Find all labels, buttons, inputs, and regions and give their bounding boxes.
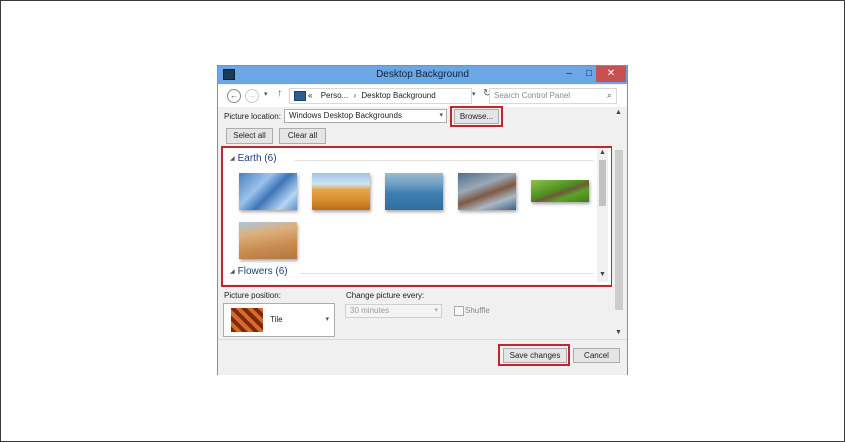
breadcrumb-overflow[interactable]: « [308, 91, 312, 100]
computer-icon [294, 91, 306, 101]
up-arrow-icon[interactable]: ↑ [277, 88, 282, 99]
chevron-down-icon: ▾ [325, 316, 329, 323]
address-dropdown-chevron-icon[interactable]: ▾ [472, 90, 476, 98]
change-picture-interval-value: 30 minutes [350, 306, 390, 315]
scroll-down-icon[interactable]: ▼ [615, 329, 622, 336]
wallpaper-thumbnail[interactable] [385, 173, 443, 210]
search-input[interactable]: Search Control Panel ⌕ [489, 88, 617, 104]
collapse-triangle-icon: ◢ [230, 156, 235, 162]
breadcrumb-separator-icon: › [353, 91, 357, 100]
group-label: Earth (6) [237, 153, 277, 164]
save-changes-button[interactable]: Save changes [503, 348, 567, 363]
title-bar[interactable]: Desktop Background – □ ✕ [218, 66, 627, 84]
recent-locations-chevron-icon[interactable]: ▾ [264, 90, 268, 98]
browse-button[interactable]: Browse... [454, 109, 499, 124]
picture-position-label: Picture position: [224, 291, 281, 300]
group-label: Flowers (6) [237, 266, 288, 277]
wallpaper-thumbnail[interactable] [458, 173, 516, 210]
desktop-background-window: Desktop Background – □ ✕ ← → ▾ ↑ « Perso… [217, 65, 628, 375]
picture-position-value: Tile [270, 315, 283, 324]
cancel-button[interactable]: Cancel [573, 348, 620, 363]
search-icon[interactable]: ⌕ [607, 90, 612, 101]
change-picture-interval-select[interactable]: 30 minutes ▾ [345, 304, 442, 318]
group-divider [300, 273, 594, 274]
back-arrow-icon[interactable]: ← [227, 89, 241, 103]
picture-location-value: Windows Desktop Backgrounds [289, 111, 402, 120]
scrollbar-thumb[interactable] [615, 150, 623, 310]
breadcrumb-personalization[interactable]: Perso... [321, 91, 349, 100]
forward-arrow-icon[interactable]: → [245, 89, 259, 103]
dialog-footer: Save changes Cancel [218, 339, 627, 375]
group-header-flowers[interactable]: ◢ Flowers (6) [230, 266, 288, 277]
scrollbar-thumb[interactable] [599, 160, 606, 206]
breadcrumb-desktop-background[interactable]: Desktop Background [361, 91, 435, 100]
breadcrumb: « Perso... › Desktop Background [308, 91, 436, 100]
shuffle-checkbox[interactable] [454, 306, 464, 316]
gallery-scrollbar[interactable]: ▲ ▼ [597, 148, 608, 282]
minimize-button[interactable]: – [558, 66, 580, 82]
wallpaper-thumbnail[interactable] [531, 180, 589, 202]
group-header-earth[interactable]: ◢ Earth (6) [230, 153, 277, 164]
window-scrollbar[interactable]: ▲ ▼ [612, 107, 626, 339]
picture-location-select[interactable]: Windows Desktop Backgrounds ▾ [284, 109, 447, 123]
search-placeholder: Search Control Panel [494, 91, 571, 100]
collapse-triangle-icon: ◢ [230, 269, 235, 275]
wallpaper-thumbnail[interactable] [312, 173, 370, 210]
chevron-down-icon: ▾ [439, 112, 443, 119]
picture-position-select[interactable]: Tile ▾ [223, 303, 335, 337]
wallpaper-thumbnail[interactable] [239, 222, 297, 259]
scroll-up-icon[interactable]: ▲ [599, 149, 606, 156]
close-button[interactable]: ✕ [596, 66, 626, 82]
picture-location-label: Picture location: [224, 112, 281, 121]
change-picture-label: Change picture every: [346, 291, 425, 300]
chevron-down-icon: ▾ [434, 307, 438, 314]
shuffle-label: Shuffle [465, 306, 490, 315]
select-all-button[interactable]: Select all [226, 128, 273, 144]
wallpaper-thumbnail[interactable] [239, 173, 297, 210]
group-divider [294, 160, 594, 161]
scroll-down-icon[interactable]: ▼ [599, 271, 606, 278]
picture-gallery: ◢ Earth (6) ◢ Flowers (6) [222, 146, 611, 284]
scroll-up-icon[interactable]: ▲ [615, 109, 622, 116]
tile-preview-image [231, 308, 263, 332]
navigation-bar: ← → ▾ ↑ « Perso... › Desktop Background … [218, 85, 627, 107]
clear-all-button[interactable]: Clear all [279, 128, 326, 144]
address-bar[interactable]: « Perso... › Desktop Background [289, 88, 472, 104]
